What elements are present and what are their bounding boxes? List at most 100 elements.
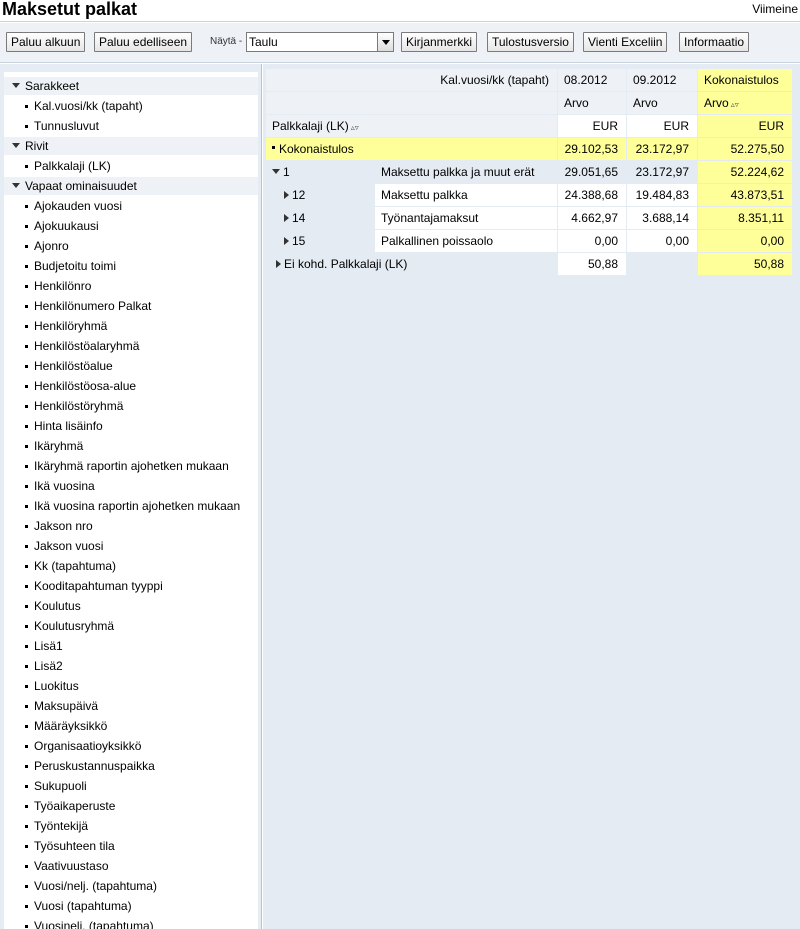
nav-item[interactable]: Luokitus [4, 677, 258, 695]
back-to-start-button[interactable]: Paluu alkuun [6, 32, 86, 52]
nav-item[interactable]: Kooditapahtuman tyyppi [4, 577, 258, 595]
bullet-icon [25, 645, 28, 648]
nav-item-label: Henkilöstöalue [34, 359, 113, 373]
nav-item[interactable]: Kk (tapahtuma) [4, 557, 258, 575]
bullet-icon [25, 125, 28, 128]
measure-header[interactable]: Arvo [627, 92, 697, 114]
nav-item[interactable]: Ajokuukausi [4, 217, 258, 235]
nav-item[interactable]: Henkilöstöalaryhmä [4, 337, 258, 355]
nav-item[interactable]: Henkilöstöryhmä [4, 397, 258, 415]
table-cell: 50,88 [558, 253, 626, 275]
nav-item[interactable]: Jakson vuosi [4, 537, 258, 555]
nav-item[interactable]: Henkilöryhmä [4, 317, 258, 335]
column-dimension-header[interactable]: Kal.vuosi/kk (tapaht) [266, 69, 557, 91]
bullet-icon [25, 665, 28, 668]
nav-group[interactable]: Sarakkeet [4, 77, 258, 95]
nav-item[interactable]: Hinta lisäinfo [4, 417, 258, 435]
expand-icon[interactable] [276, 259, 281, 268]
table-row-1-code[interactable]: 1 [266, 161, 374, 183]
expand-icon[interactable] [284, 213, 289, 222]
nav-item[interactable]: Työsuhteen tila [4, 837, 258, 855]
column-header-total[interactable]: Kokonaistulos [698, 69, 792, 91]
collapse-icon[interactable] [12, 143, 20, 148]
bookmark-button[interactable]: Kirjanmerkki [401, 32, 478, 52]
nav-item[interactable]: Henkilöstöosa-alue [4, 377, 258, 395]
expand-icon[interactable] [284, 236, 289, 245]
nav-item[interactable]: Vuosinelj. (tapahtuma) [4, 917, 258, 929]
information-button[interactable]: Informaatio [679, 32, 750, 52]
nav-item[interactable]: Vuosi (tapahtuma) [4, 897, 258, 915]
nav-item[interactable]: Ajokauden vuosi [4, 197, 258, 215]
table-cell: 8.351,11 [698, 207, 792, 229]
nav-item[interactable]: Ikä vuosina [4, 477, 258, 495]
nav-item[interactable]: Ikäryhmä raportin ajohetken mukaan [4, 457, 258, 475]
expand-icon[interactable] [284, 190, 289, 199]
latest-link[interactable]: Viimeine [752, 2, 798, 16]
table-row-15-code[interactable]: 15 [266, 230, 374, 252]
nav-item[interactable]: Ajonro [4, 237, 258, 255]
row-dimension-header[interactable]: Palkkalaji (LK) ▵▿ [266, 115, 557, 137]
table-row-total-label: Kokonaistulos [266, 138, 557, 160]
nav-item-label: Ikäryhmä [34, 439, 84, 453]
bullet-icon [25, 545, 28, 548]
nav-item[interactable]: Työaikaperuste [4, 797, 258, 815]
nav-item-label: Jakson vuosi [34, 539, 104, 553]
view-select[interactable]: Taulu [246, 32, 394, 52]
results-area: Kal.vuosi/kk (tapaht) 08.2012 09.2012 Ko… [263, 64, 800, 929]
nav-item[interactable]: Työntekijä [4, 817, 258, 835]
bullet-icon [25, 385, 28, 388]
nav-item[interactable]: Vaativuustaso [4, 857, 258, 875]
nav-item[interactable]: Budjetoitu toimi [4, 257, 258, 275]
sort-icon[interactable]: ▵▿ [731, 100, 739, 109]
nav-item[interactable]: Tunnusluvut [4, 117, 258, 135]
nav-item[interactable]: Palkkalaji (LK) [4, 157, 258, 175]
toolbar: Paluu alkuun Paluu edelliseen Näytä - Ta… [0, 23, 800, 63]
nav-item[interactable]: Henkilöstöalue [4, 357, 258, 375]
nav-item-label: Vaativuustaso [34, 859, 109, 873]
nav-item[interactable]: Organisaatioyksikkö [4, 737, 258, 755]
nav-group[interactable]: Vapaat ominaisuudet [4, 177, 258, 195]
nav-item[interactable]: Ikäryhmä [4, 437, 258, 455]
nav-item[interactable]: Kal.vuosi/kk (tapaht) [4, 97, 258, 115]
nav-item-label: Budjetoitu toimi [34, 259, 117, 273]
collapse-icon[interactable] [272, 169, 280, 175]
navigation-panel: Sarakkeet Kal.vuosi/kk (tapaht) Tunnusluvu… [0, 64, 262, 929]
collapse-icon[interactable] [12, 83, 20, 88]
bullet-icon [25, 305, 28, 308]
nav-group[interactable]: Rivit [4, 137, 258, 155]
bullet-icon [25, 825, 28, 828]
measure-header-total[interactable]: Arvo ▵▿ [698, 92, 792, 114]
nav-item[interactable]: Lisä2 [4, 657, 258, 675]
nav-item[interactable]: Henkilönro [4, 277, 258, 295]
nav-item[interactable]: Jakson nro [4, 517, 258, 535]
table-row-14-code[interactable]: 14 [266, 207, 374, 229]
print-version-button[interactable]: Tulostusversio [487, 32, 574, 52]
nav-item-label: Ajokauden vuosi [34, 199, 123, 213]
column-header-08-2012[interactable]: 08.2012 [558, 69, 626, 91]
back-to-previous-button[interactable]: Paluu edelliseen [94, 32, 193, 52]
table-cell: 52.224,62 [698, 161, 792, 183]
nav-item[interactable]: Peruskustannuspaikka [4, 757, 258, 775]
nav-item-label: Työaikaperuste [34, 799, 116, 813]
sort-icon[interactable]: ▵▿ [351, 123, 359, 132]
nav-item[interactable]: Vuosi/nelj. (tapahtuma) [4, 877, 258, 895]
nav-item[interactable]: Henkilönumero Palkat [4, 297, 258, 315]
nav-item-label: Henkilönumero Palkat [34, 299, 152, 313]
chevron-down-icon[interactable] [377, 33, 393, 51]
nav-item[interactable]: Ikä vuosina raportin ajohetken mukaan [4, 497, 258, 515]
export-excel-button[interactable]: Vienti Exceliin [583, 32, 668, 52]
collapse-icon[interactable] [12, 183, 20, 188]
unit-header-total: EUR [698, 115, 792, 137]
measure-header[interactable]: Arvo [558, 92, 626, 114]
column-header-09-2012[interactable]: 09.2012 [627, 69, 697, 91]
nav-item[interactable]: Koulutusryhmä [4, 617, 258, 635]
table-row-unassigned-label[interactable]: Ei kohd. Palkkalaji (LK) [266, 253, 557, 275]
nav-item[interactable]: Maksupäivä [4, 697, 258, 715]
bullet-icon [25, 505, 28, 508]
nav-item[interactable]: Lisä1 [4, 637, 258, 655]
nav-item[interactable]: Koulutus [4, 597, 258, 615]
nav-item[interactable]: Määräyksikkö [4, 717, 258, 735]
table-row-12-code[interactable]: 12 [266, 184, 374, 206]
nav-item-label: Ajonro [34, 239, 69, 253]
nav-item[interactable]: Sukupuoli [4, 777, 258, 795]
